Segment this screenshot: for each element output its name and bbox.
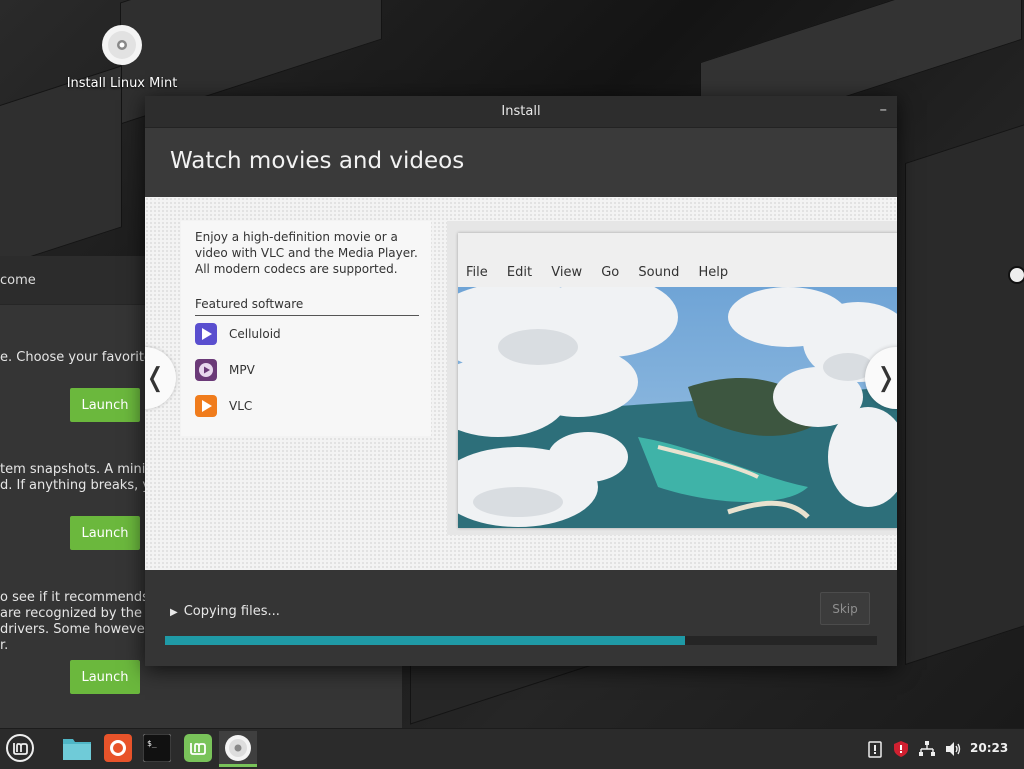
menu-edit: Edit [506, 265, 533, 280]
mint-menu-button[interactable] [5, 733, 35, 763]
featured-software-label: Featured software [195, 297, 304, 311]
player-window-preview: File Edit View Go Sound Help [458, 233, 897, 528]
menu-file: File [466, 265, 488, 280]
firefox-taskbar-button[interactable] [103, 733, 133, 763]
disc-icon [102, 25, 142, 65]
menu-sound: Sound [638, 265, 680, 280]
mint-welcome-taskbar-button[interactable] [183, 733, 213, 763]
welcome-title: come [0, 273, 36, 288]
clock[interactable]: 20:23 [970, 741, 1008, 755]
welcome-text: tem snapshots. A minimu [0, 462, 167, 477]
progress-bar [165, 636, 877, 645]
network-icon[interactable] [918, 740, 936, 758]
menu-help: Help [698, 265, 729, 280]
info-card: Enjoy a high-definition movie or a video… [181, 221, 431, 436]
slide-heading: Watch movies and videos [170, 148, 465, 174]
welcome-text: drivers. Some however re [0, 622, 168, 637]
minimize-button[interactable]: – [880, 100, 888, 118]
divider [195, 315, 419, 316]
mint-welcome-icon [184, 734, 212, 762]
status-expander[interactable]: ▶ Copying files... [170, 604, 280, 619]
install-titlebar[interactable]: Install – [145, 96, 897, 128]
menu-icon [6, 734, 34, 762]
expander-triangle-icon: ▶ [170, 607, 178, 618]
svg-text:$_: $_ [147, 739, 157, 748]
welcome-text: o see if it recommends ar [0, 590, 167, 605]
progress-fill [165, 636, 685, 645]
player-menubar: File Edit View Go Sound Help [458, 265, 897, 285]
terminal-icon: $_ [143, 734, 171, 762]
installer-taskbar-button[interactable] [219, 731, 257, 767]
mpv-icon [195, 359, 217, 381]
app-item-mpv: MPV [195, 359, 255, 381]
firefox-icon [104, 734, 132, 762]
welcome-text: are recognized by the L [0, 606, 154, 621]
status-text: Copying files... [183, 604, 280, 619]
skip-button[interactable]: Skip [820, 592, 870, 625]
slide-description: Enjoy a high-definition movie or a video… [195, 230, 418, 276]
app-item-celluloid: Celluloid [195, 323, 281, 345]
files-icon [63, 739, 91, 760]
volume-icon[interactable] [944, 740, 962, 758]
launch-button[interactable]: Launch [70, 660, 140, 694]
bg-tile [0, 65, 122, 277]
install-linux-mint-desktop-icon[interactable]: Install Linux Mint [62, 24, 182, 91]
launch-button[interactable]: Launch [70, 388, 140, 422]
launch-button[interactable]: Launch [70, 516, 140, 550]
celluloid-icon [195, 323, 217, 345]
busy-cursor [1008, 266, 1024, 284]
app-item-vlc: VLC [195, 395, 252, 417]
update-manager-icon[interactable] [866, 740, 884, 758]
app-name: Celluloid [229, 327, 281, 341]
menu-view: View [551, 265, 583, 280]
terminal-taskbar-button[interactable]: $_ [142, 733, 172, 763]
installer-icon [225, 734, 251, 761]
welcome-text: e. Choose your favorite c [0, 350, 164, 365]
shield-icon[interactable] [892, 740, 910, 758]
media-player-screenshot: File Edit View Go Sound Help [447, 221, 897, 535]
menu-go: Go [601, 265, 620, 280]
aerial-landscape-image [458, 287, 897, 528]
window-title: Install [501, 104, 541, 119]
files-taskbar-button[interactable] [62, 733, 92, 763]
welcome-text: r. [0, 638, 9, 653]
video-frame [458, 287, 897, 528]
install-window: Install – Watch movies and videos Enjoy … [145, 96, 897, 666]
taskbar: $_ 20:23 [0, 728, 1024, 769]
system-tray [866, 729, 962, 769]
bg-tile [905, 116, 1024, 666]
slide-heading-bar: Watch movies and videos [145, 128, 897, 198]
install-footer: ▶ Copying files... Skip [145, 570, 897, 666]
slideshow: Enjoy a high-definition movie or a video… [145, 197, 897, 570]
vlc-icon [195, 395, 217, 417]
welcome-text: d. If anything breaks, you [0, 478, 167, 493]
app-name: VLC [229, 399, 253, 413]
app-name: MPV [229, 363, 255, 377]
desktop-icon-label: Install Linux Mint [66, 76, 178, 91]
